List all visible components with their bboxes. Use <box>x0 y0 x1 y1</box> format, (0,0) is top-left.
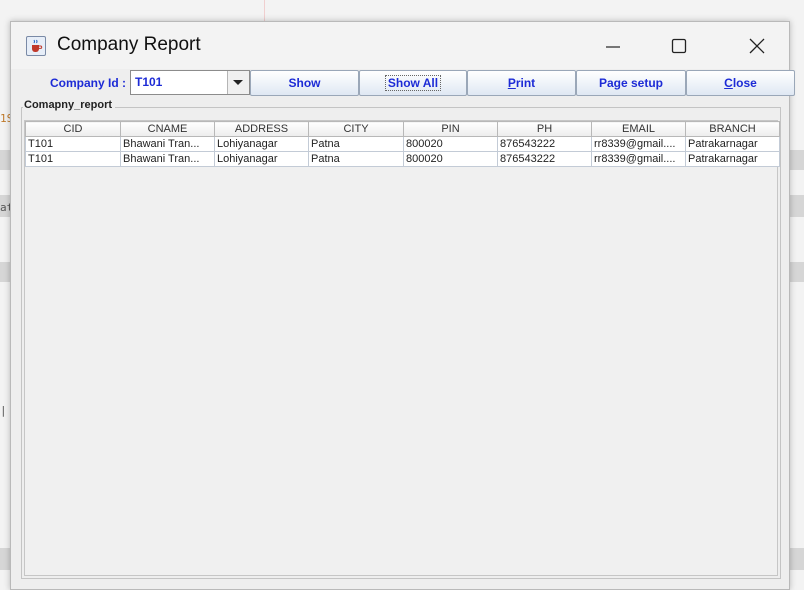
show-all-button[interactable]: Show All <box>359 70 467 96</box>
table-cell[interactable]: Patna <box>308 151 404 167</box>
page-setup-button-label: Page setup <box>598 76 664 90</box>
close-mnemonic: C <box>724 76 733 90</box>
maximize-button[interactable] <box>651 22 707 69</box>
print-label-rest: rint <box>515 76 536 90</box>
table-cell[interactable]: Bhawani Tran... <box>120 136 215 152</box>
background-text: | <box>0 404 7 417</box>
table-cell[interactable]: rr8339@gmail.... <box>591 151 686 167</box>
toolbar: Company Id : T101 Show Show All Print Pa… <box>21 70 795 97</box>
table-cell[interactable]: 800020 <box>403 151 498 167</box>
table-cell[interactable]: 876543222 <box>497 136 592 152</box>
print-button[interactable]: Print <box>467 70 576 96</box>
table-cell[interactable]: 876543222 <box>497 151 592 167</box>
company-report-window: Company Report Company Id : T101 Show Sh… <box>10 21 795 590</box>
column-header-ph[interactable]: PH <box>497 121 592 137</box>
table-cell[interactable]: Lohiyanagar <box>214 151 309 167</box>
show-all-button-label: Show All <box>384 75 442 91</box>
report-table-scrollpane[interactable]: CID CNAME ADDRESS CITY PIN PH EMAIL BRAN… <box>24 120 780 576</box>
column-header-cid[interactable]: CID <box>25 121 121 137</box>
java-cup-icon <box>26 36 46 56</box>
table-cell[interactable]: rr8339@gmail.... <box>591 136 686 152</box>
minimize-button[interactable] <box>585 22 641 69</box>
close-icon <box>749 38 765 54</box>
table-cell[interactable]: Patrakarnagar <box>685 136 780 152</box>
table-row[interactable]: T101 Bhawani Tran... Lohiyanagar Patna 8… <box>25 136 780 152</box>
chevron-down-icon <box>233 80 243 85</box>
minimize-icon <box>606 46 620 48</box>
show-button-label: Show <box>288 76 321 90</box>
close-button[interactable]: Close <box>686 70 795 96</box>
table-cell[interactable]: T101 <box>25 136 121 152</box>
column-header-branch[interactable]: BRANCH <box>685 121 780 137</box>
table-cell[interactable]: Lohiyanagar <box>214 136 309 152</box>
window-close-button[interactable] <box>729 22 785 69</box>
company-id-label: Company Id : <box>49 76 126 90</box>
page-setup-button[interactable]: Page setup <box>576 70 686 96</box>
company-id-value: T101 <box>135 75 163 89</box>
table-row[interactable]: T101 Bhawani Tran... Lohiyanagar Patna 8… <box>25 151 780 167</box>
table-cell[interactable]: T101 <box>25 151 121 167</box>
window-title: Company Report <box>57 34 201 55</box>
column-header-cname[interactable]: CNAME <box>120 121 215 137</box>
company-report-panel: Comapny_report CID CNAME ADDRESS CITY PI… <box>21 99 781 579</box>
table-header-row: CID CNAME ADDRESS CITY PIN PH EMAIL BRAN… <box>25 121 780 137</box>
print-button-label: Print <box>508 76 535 90</box>
maximize-icon <box>671 38 687 54</box>
column-header-city[interactable]: CITY <box>308 121 404 137</box>
table-cell[interactable]: 800020 <box>403 136 498 152</box>
column-header-email[interactable]: EMAIL <box>591 121 686 137</box>
close-label-rest: lose <box>732 76 757 90</box>
combobox-dropdown-button[interactable] <box>227 71 249 94</box>
table-cell[interactable]: Bhawani Tran... <box>120 151 215 167</box>
column-header-address[interactable]: ADDRESS <box>214 121 309 137</box>
panel-title: Comapny_report <box>23 99 116 111</box>
column-header-pin[interactable]: PIN <box>403 121 498 137</box>
print-mnemonic: P <box>507 76 516 90</box>
show-button[interactable]: Show <box>250 70 359 96</box>
table-cell[interactable]: Patrakarnagar <box>685 151 780 167</box>
close-button-label: Close <box>724 76 757 90</box>
title-bar[interactable]: Company Report <box>11 22 789 69</box>
company-id-combobox[interactable]: T101 <box>130 70 250 95</box>
table-cell[interactable]: Patna <box>308 136 404 152</box>
report-table[interactable]: CID CNAME ADDRESS CITY PIN PH EMAIL BRAN… <box>25 121 780 167</box>
